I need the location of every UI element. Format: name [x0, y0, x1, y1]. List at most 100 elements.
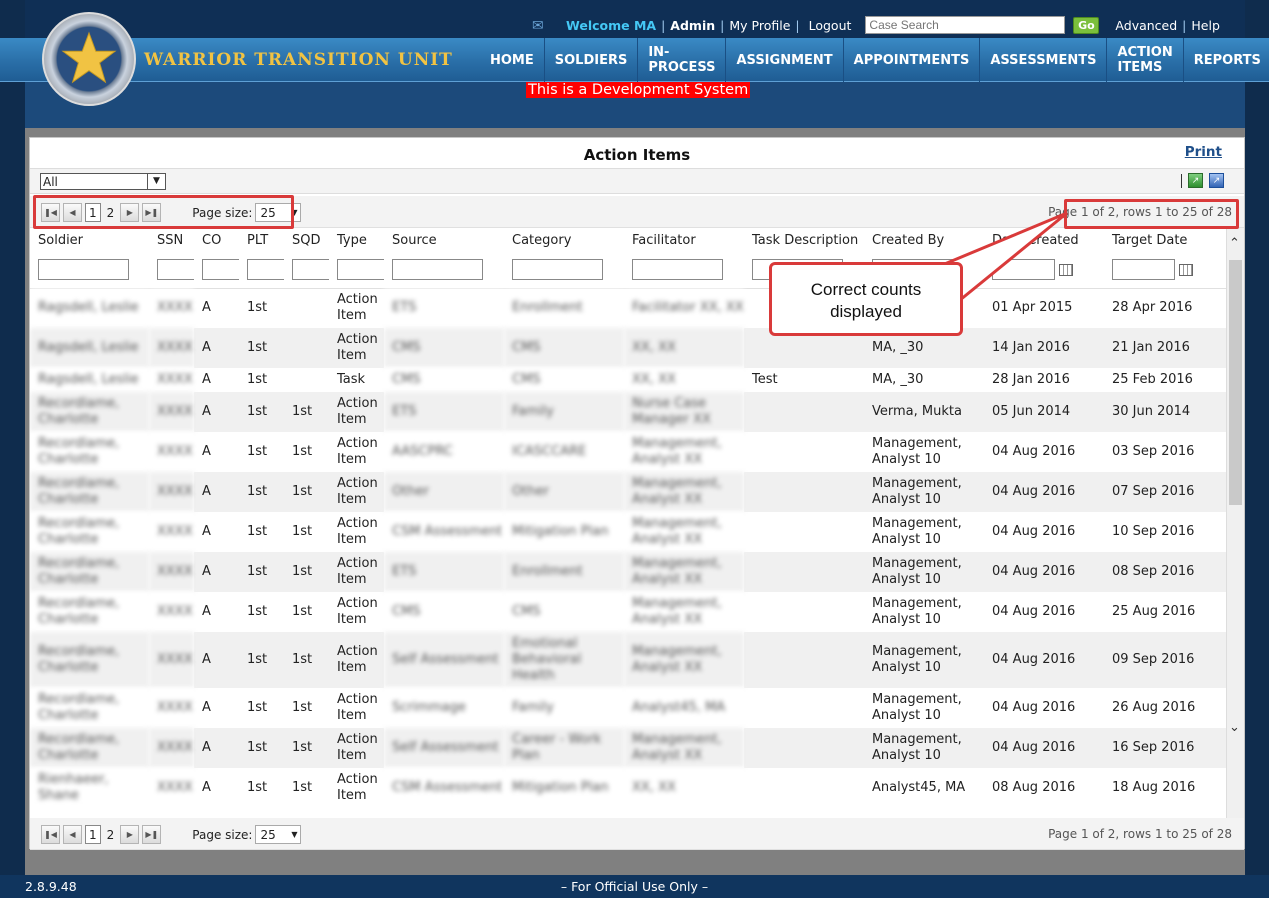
- ssn-filter-input[interactable]: [157, 259, 195, 281]
- cell-co: A: [194, 552, 239, 592]
- separator: |: [661, 17, 666, 33]
- page-size-select[interactable]: 25 ▼: [255, 825, 302, 844]
- nav-assessments[interactable]: ASSESSMENTS: [980, 38, 1108, 82]
- calendar-icon[interactable]: [1059, 263, 1073, 276]
- my-profile-link[interactable]: My Profile: [729, 18, 790, 33]
- logout-link[interactable]: Logout: [809, 18, 852, 33]
- col-header-date-created[interactable]: Date Created: [984, 228, 1104, 252]
- help-link[interactable]: Help: [1191, 18, 1220, 33]
- chat-icon[interactable]: ✉: [532, 18, 552, 34]
- go-button[interactable]: Go: [1073, 16, 1100, 34]
- col-header-category[interactable]: Category: [504, 228, 624, 252]
- table-row[interactable]: Recordlame, Charlotte XXXX A 1st 1st Action I…: [30, 472, 1226, 512]
- cell-soldier[interactable]: Recordlame, Charlotte: [30, 512, 149, 552]
- cell-soldier[interactable]: Recordlame, Charlotte: [30, 432, 149, 472]
- cell-created-by: Management, Analyst 10: [864, 688, 984, 728]
- next-page-icon[interactable]: ▶: [120, 825, 140, 844]
- table-row[interactable]: Ragsdell, Leslie XXXX A 1st Action Item CMS CM…: [30, 328, 1226, 368]
- col-header-facilitator[interactable]: Facilitator: [624, 228, 744, 252]
- date-created-filter-input[interactable]: [992, 259, 1055, 281]
- col-header-soldier[interactable]: Soldier: [30, 228, 149, 252]
- nav-reports[interactable]: REPORTS: [1184, 38, 1269, 82]
- last-page-icon[interactable]: ▶❚: [142, 825, 162, 844]
- page-link-1[interactable]: 1: [85, 825, 101, 844]
- cell-soldier[interactable]: Recordlame, Charlotte: [30, 552, 149, 592]
- nav-in-process[interactable]: IN-PROCESS: [638, 38, 727, 82]
- table-row[interactable]: Recordlame, Charlotte XXXX A 1st 1st Action I…: [30, 552, 1226, 592]
- col-header-plt[interactable]: PLT: [239, 228, 284, 252]
- cell-soldier[interactable]: Ragsdell, Leslie: [30, 328, 149, 368]
- scroll-thumb[interactable]: [1229, 260, 1242, 505]
- category-filter-input[interactable]: [512, 259, 603, 281]
- page-link-2[interactable]: 2: [104, 825, 118, 844]
- nav-home[interactable]: HOME: [480, 38, 545, 82]
- table-row[interactable]: Recordlame, Charlotte XXXX A 1st 1st Action I…: [30, 632, 1226, 688]
- nav-soldiers[interactable]: SOLDIERS: [545, 38, 639, 82]
- table-row[interactable]: Recordlame, Charlotte XXXX A 1st 1st Action I…: [30, 432, 1226, 472]
- col-header-sqd[interactable]: SQD: [284, 228, 329, 252]
- cell-target-date: 18 Aug 2016: [1104, 768, 1226, 808]
- cell-soldier[interactable]: Rienhaeer, Shane: [30, 768, 149, 808]
- print-link[interactable]: Print: [1185, 144, 1222, 160]
- soldier-filter-input[interactable]: [38, 259, 129, 281]
- source-filter-input[interactable]: [392, 259, 483, 281]
- first-page-icon[interactable]: ❚◀: [41, 825, 60, 844]
- sqd-filter-input[interactable]: [292, 259, 330, 281]
- nav-action-items[interactable]: ACTION ITEMS: [1107, 38, 1184, 82]
- col-header-created-by[interactable]: Created By: [864, 228, 984, 252]
- separator: |: [720, 17, 725, 33]
- view-filter-select[interactable]: All ▼: [40, 173, 166, 190]
- target-date-filter-input[interactable]: [1112, 259, 1175, 281]
- cell-soldier[interactable]: Recordlame, Charlotte: [30, 688, 149, 728]
- cell-created-by: Management, Analyst 10: [864, 728, 984, 768]
- co-filter-input[interactable]: [202, 259, 240, 281]
- table-row[interactable]: Rienhaeer, Shane XXXX A 1st 1st Action Item CS…: [30, 768, 1226, 808]
- scroll-down-icon[interactable]: ⌄: [1229, 720, 1240, 735]
- col-header-type[interactable]: Type: [329, 228, 384, 252]
- cell-soldier[interactable]: Recordlame, Charlotte: [30, 392, 149, 432]
- cell-soldier[interactable]: Ragsdell, Leslie: [30, 368, 149, 392]
- cell-facilitator: XX, XX: [624, 368, 744, 392]
- col-header-task-description[interactable]: Task Description: [744, 228, 864, 252]
- dev-system-banner: This is a Development System: [526, 82, 751, 98]
- table-row[interactable]: Recordlame, Charlotte XXXX A 1st 1st Action I…: [30, 592, 1226, 632]
- divider: [1181, 173, 1182, 188]
- table-row[interactable]: Ragsdell, Leslie XXXX A 1st Action Item ETS En…: [30, 288, 1226, 328]
- col-header-co[interactable]: CO: [194, 228, 239, 252]
- cell-soldier[interactable]: Recordlame, Charlotte: [30, 728, 149, 768]
- page-size-label: Page size:: [192, 827, 253, 842]
- advanced-link[interactable]: Advanced: [1115, 18, 1177, 33]
- table-row[interactable]: Recordlame, Charlotte XXXX A 1st 1st Action I…: [30, 512, 1226, 552]
- col-header-source[interactable]: Source: [384, 228, 504, 252]
- cell-plt: 1st: [239, 768, 284, 808]
- cell-soldier[interactable]: Ragsdell, Leslie: [30, 288, 149, 328]
- case-search-input[interactable]: [865, 16, 1066, 34]
- nav-appointments[interactable]: APPOINTMENTS: [844, 38, 981, 82]
- cell-ssn: XXXX: [149, 288, 194, 328]
- table-row[interactable]: Recordlame, Charlotte XXXX A 1st 1st Action I…: [30, 392, 1226, 432]
- calendar-icon[interactable]: [1179, 263, 1193, 276]
- col-header-ssn[interactable]: SSN: [149, 228, 194, 252]
- cell-category: Family: [504, 392, 624, 432]
- table-row[interactable]: Ragsdell, Leslie XXXX A 1st Task CMS CMS XX, XX…: [30, 368, 1226, 392]
- cell-soldier[interactable]: Recordlame, Charlotte: [30, 592, 149, 632]
- pager-highlight-box: [33, 195, 294, 229]
- admin-link[interactable]: Admin: [670, 18, 715, 33]
- facilitator-filter-input[interactable]: [632, 259, 723, 281]
- grid-scrollbar[interactable]: ⌃ ⌄: [1226, 228, 1244, 818]
- scroll-up-icon[interactable]: ⌃: [1229, 236, 1240, 251]
- cell-soldier[interactable]: Recordlame, Charlotte: [30, 472, 149, 512]
- cell-soldier[interactable]: Recordlame, Charlotte: [30, 632, 149, 688]
- cell-date-created: 04 Aug 2016: [984, 632, 1104, 688]
- col-header-target-date[interactable]: Target Date: [1104, 228, 1226, 252]
- cell-target-date: 08 Sep 2016: [1104, 552, 1226, 592]
- export-excel-icon[interactable]: ↗: [1188, 173, 1203, 188]
- table-row[interactable]: Recordlame, Charlotte XXXX A 1st 1st Action I…: [30, 688, 1226, 728]
- prev-page-icon[interactable]: ◀: [63, 825, 82, 844]
- plt-filter-input[interactable]: [247, 259, 285, 281]
- table-row[interactable]: Recordlame, Charlotte XXXX A 1st 1st Action I…: [30, 728, 1226, 768]
- type-filter-input[interactable]: [337, 259, 385, 281]
- awcts-logo[interactable]: [42, 12, 136, 106]
- nav-assignment[interactable]: ASSIGNMENT: [726, 38, 844, 82]
- export-word-icon[interactable]: ↗: [1209, 173, 1224, 188]
